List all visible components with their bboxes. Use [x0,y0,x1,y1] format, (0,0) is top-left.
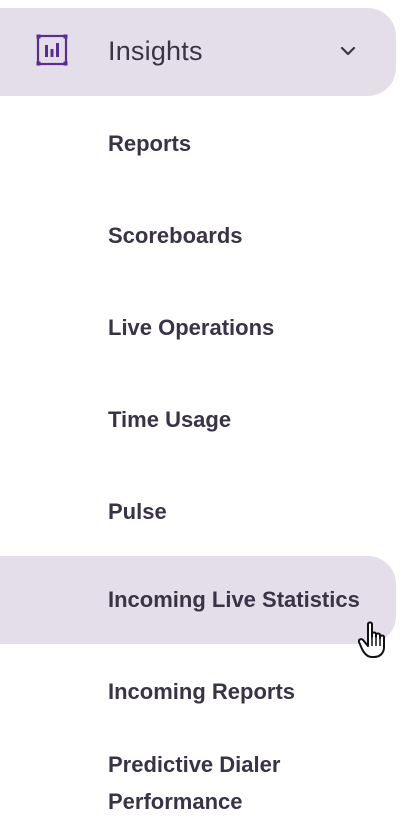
nav-item-label: Incoming Live Statistics [108,587,360,612]
nav-item-label: Reports [108,131,192,156]
nav-item-predictive-dialer-performance[interactable]: Predictive Dialer Performance [0,736,396,836]
insights-nav: Insights Reports Scoreboards Live Operat… [0,0,416,836]
nav-item-time-usage[interactable]: Time Usage [0,376,396,464]
nav-item-label: Scoreboards [108,223,243,248]
nav-item-live-operations[interactable]: Live Operations [0,284,396,372]
insights-group-header[interactable]: Insights [0,8,396,96]
nav-item-pulse[interactable]: Pulse [0,468,396,556]
bar-chart-square-icon [36,34,68,66]
hand-pointer-cursor-icon [357,620,394,660]
nav-item-label: Predictive Dialer Performance [108,752,281,814]
chevron-down-icon[interactable] [338,44,358,58]
insights-title: Insights [108,36,203,66]
nav-item-label: Pulse [108,499,167,524]
nav-item-reports[interactable]: Reports [0,100,396,188]
nav-item-label: Live Operations [108,315,275,340]
nav-item-scoreboards[interactable]: Scoreboards [0,192,396,280]
nav-item-incoming-live-statistics[interactable]: Incoming Live Statistics [0,556,396,644]
nav-item-incoming-reports[interactable]: Incoming Reports [0,648,396,736]
nav-item-label: Incoming Reports [108,679,296,704]
nav-item-label: Time Usage [108,407,232,432]
